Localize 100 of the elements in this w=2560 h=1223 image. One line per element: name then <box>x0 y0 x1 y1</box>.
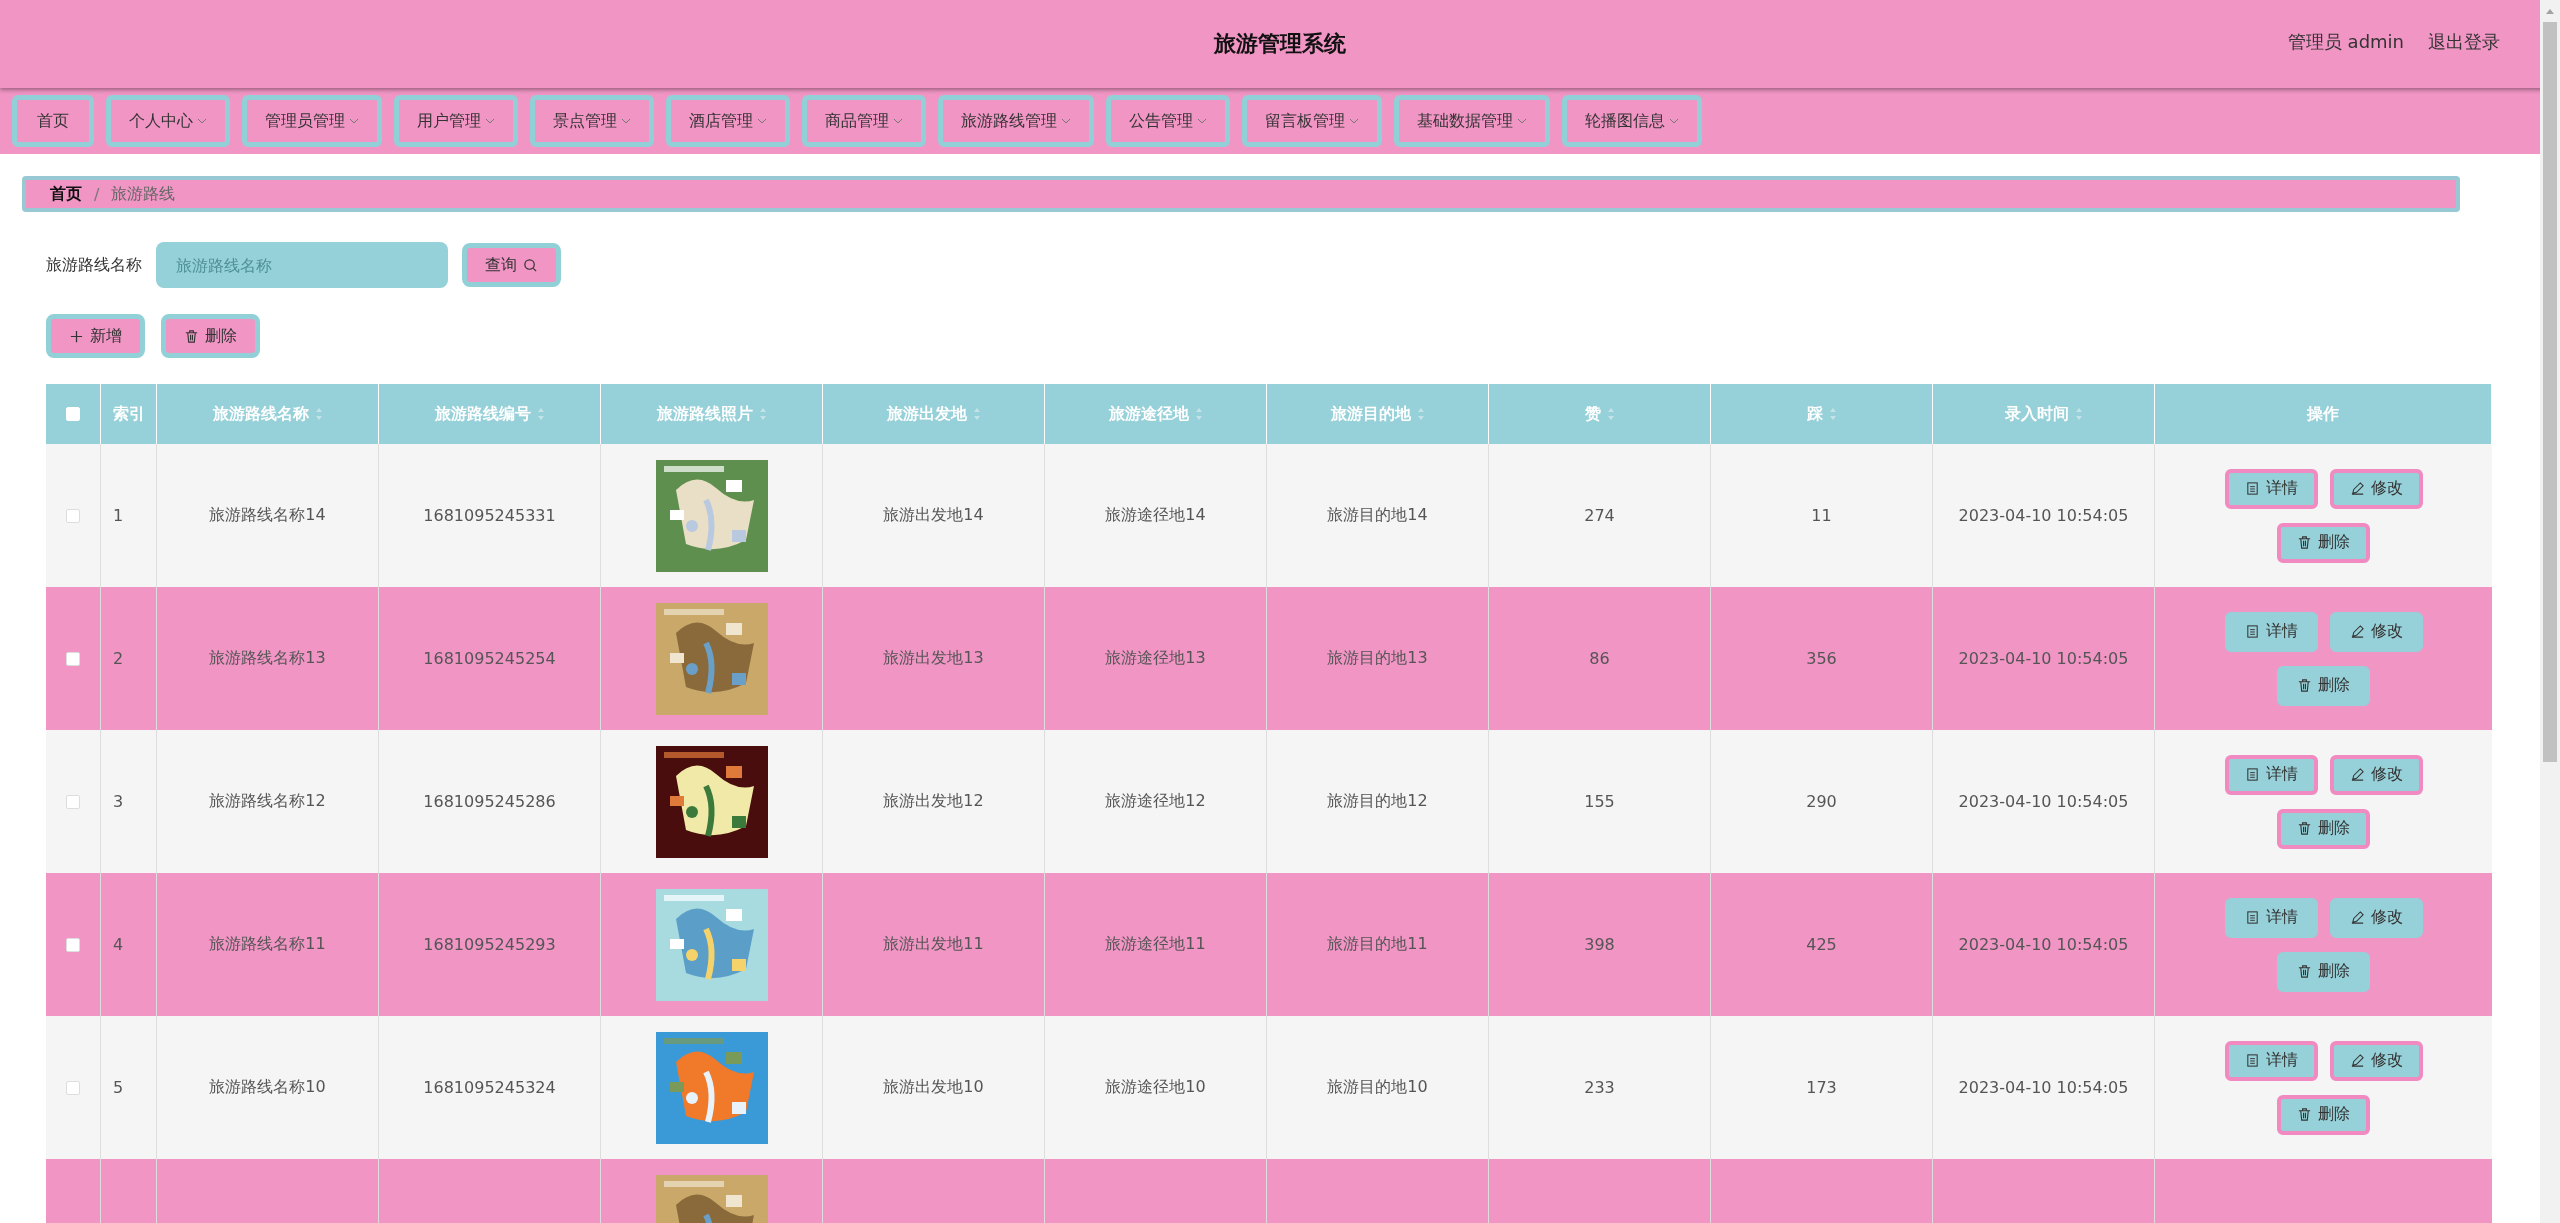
column-header: 赞 <box>1584 403 1601 425</box>
table-cell: 1681095245324 <box>423 1078 556 1097</box>
table-cell: 11 <box>1811 506 1832 525</box>
column-header: 索引 <box>112 403 145 425</box>
table-cell: 旅游出发地14 <box>883 505 984 526</box>
detail-button[interactable]: 详情 <box>2224 1040 2318 1081</box>
plus-icon <box>69 328 84 344</box>
table-cell: 2023-04-10 10:54:05 <box>1958 1078 2129 1097</box>
trash-icon <box>184 328 199 344</box>
nav-menu-item[interactable]: 用户管理 <box>394 95 518 147</box>
nav-menu-item[interactable]: 留言板管理 <box>1242 95 1382 147</box>
pencil-icon <box>2349 910 2365 925</box>
sort-icon[interactable] <box>972 407 981 421</box>
sort-icon[interactable] <box>758 407 767 421</box>
nav-menu-item[interactable]: 商品管理 <box>802 95 926 147</box>
search-icon <box>523 257 538 273</box>
table-cell: 5 <box>113 1078 124 1097</box>
sort-icon[interactable] <box>1828 407 1837 421</box>
sort-icon[interactable] <box>1194 407 1203 421</box>
pencil-icon <box>2349 481 2365 496</box>
row-checkbox[interactable] <box>66 794 80 809</box>
table-cell: 1681095245293 <box>423 935 556 954</box>
table-cell: 旅游路线名称12 <box>209 791 326 812</box>
edit-button[interactable]: 修改 <box>2329 468 2423 509</box>
sort-icon[interactable] <box>1606 407 1615 421</box>
table-cell: 173 <box>1806 1078 1837 1097</box>
table-cell: 2023-04-10 10:54:05 <box>1958 649 2129 668</box>
sort-icon[interactable] <box>1416 407 1425 421</box>
row-checkbox[interactable] <box>66 651 80 666</box>
delete-button[interactable]: 删除 <box>2277 808 2370 849</box>
chevron-down-icon <box>1061 118 1071 124</box>
edit-button[interactable]: 修改 <box>2329 754 2423 795</box>
edit-button[interactable]: 修改 <box>2329 611 2423 652</box>
table-cell: 旅游目的地14 <box>1327 505 1428 526</box>
nav-menu-item[interactable]: 首页 <box>12 95 94 147</box>
search-button[interactable]: 查询 <box>462 243 561 287</box>
nav-menu-item[interactable]: 酒店管理 <box>666 95 790 147</box>
chevron-down-icon <box>893 118 903 124</box>
sort-icon[interactable] <box>2074 407 2083 421</box>
breadcrumb-item[interactable]: 首页 <box>50 183 82 205</box>
select-all-checkbox[interactable] <box>66 407 80 421</box>
nav-menu-item[interactable]: 景点管理 <box>530 95 654 147</box>
delete-button[interactable]: 删除 <box>161 314 260 358</box>
delete-button[interactable]: 删除 <box>2277 665 2370 706</box>
sort-icon[interactable] <box>314 407 323 421</box>
trash-icon <box>2297 821 2312 836</box>
table-cell: 425 <box>1806 935 1837 954</box>
nav-menu-item[interactable]: 公告管理 <box>1106 95 1230 147</box>
chevron-down-icon <box>1349 118 1359 124</box>
trash-icon <box>2297 1107 2312 1122</box>
detail-button[interactable]: 详情 <box>2224 897 2318 938</box>
table-cell: 274 <box>1584 506 1615 525</box>
table-cell: 1681095245254 <box>423 649 556 668</box>
chevron-down-icon <box>1197 118 1207 124</box>
table-cell: 旅游途径地13 <box>1105 648 1206 669</box>
edit-button[interactable]: 修改 <box>2329 897 2423 938</box>
column-header: 踩 <box>1806 403 1823 425</box>
row-checkbox[interactable] <box>66 508 80 523</box>
chevron-down-icon <box>197 118 207 124</box>
trash-icon <box>2297 678 2312 693</box>
search-label: 旅游路线名称 <box>46 254 142 276</box>
document-icon <box>2244 1053 2260 1068</box>
nav-menu-item[interactable]: 基础数据管理 <box>1394 95 1550 147</box>
detail-button[interactable]: 详情 <box>2224 468 2318 509</box>
breadcrumb-separator: / <box>94 184 100 204</box>
table-cell: 旅游目的地13 <box>1327 648 1428 669</box>
delete-button[interactable]: 删除 <box>2277 951 2370 992</box>
table-cell: 3 <box>113 792 124 811</box>
nav-menu-item[interactable]: 轮播图信息 <box>1562 95 1702 147</box>
chevron-down-icon <box>349 118 359 124</box>
add-button[interactable]: 新增 <box>46 314 145 358</box>
scrollbar-thumb[interactable] <box>2540 22 2560 762</box>
detail-button[interactable]: 详情 <box>2224 611 2318 652</box>
table-cell: 旅游途径地14 <box>1105 505 1206 526</box>
column-header: 操作 <box>2307 403 2339 425</box>
column-header: 旅游途径地 <box>1108 403 1189 425</box>
delete-button[interactable]: 删除 <box>2277 522 2370 563</box>
delete-button[interactable]: 删除 <box>2277 1094 2370 1135</box>
nav-menu-item[interactable]: 旅游路线管理 <box>938 95 1094 147</box>
column-header: 旅游出发地 <box>886 403 967 425</box>
table-cell: 2 <box>113 649 124 668</box>
chevron-down-icon <box>1669 118 1679 124</box>
table-cell: 旅游出发地11 <box>883 934 984 955</box>
table-cell: 旅游目的地12 <box>1327 791 1428 812</box>
column-header: 旅游目的地 <box>1330 403 1411 425</box>
table-cell: 旅游出发地10 <box>883 1077 984 1098</box>
nav-menu-item[interactable]: 管理员管理 <box>242 95 382 147</box>
sort-icon[interactable] <box>536 407 545 421</box>
search-field[interactable]: 旅游路线名称 <box>156 242 448 288</box>
edit-button[interactable]: 修改 <box>2329 1040 2423 1081</box>
table-cell: 旅游目的地11 <box>1327 934 1428 955</box>
table-cell: 旅游路线名称13 <box>209 648 326 669</box>
table-cell: 290 <box>1806 792 1837 811</box>
nav-menu-item[interactable]: 个人中心 <box>106 95 230 147</box>
logout-link[interactable]: 退出登录 <box>2428 30 2500 54</box>
detail-button[interactable]: 详情 <box>2224 754 2318 795</box>
row-checkbox[interactable] <box>66 937 80 952</box>
row-checkbox[interactable] <box>66 1080 80 1095</box>
table-cell: 旅游途径地10 <box>1105 1077 1206 1098</box>
table-cell: 旅游路线名称11 <box>209 934 326 955</box>
